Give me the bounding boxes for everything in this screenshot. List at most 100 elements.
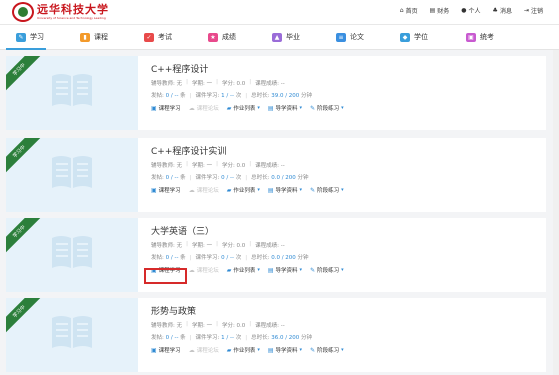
course-thumbnail[interactable]: 学习中 [6, 138, 138, 212]
edit-icon: ✎ [310, 104, 316, 112]
topnav-logout[interactable]: ⇥ 注销 [524, 6, 543, 15]
course-thumbnail[interactable]: 学习中 [6, 56, 138, 130]
course-forum-button[interactable]: ☁ 课程论坛 [188, 346, 219, 355]
course-study-button[interactable]: ▣ 课程学习 [151, 186, 181, 195]
study-suffix: 次 [233, 93, 242, 99]
nav-tab-exam-label: 考试 [158, 33, 172, 41]
topnav-messages-label: 消息 [499, 8, 512, 15]
topnav-messages[interactable]: ♣ 消息 [493, 6, 512, 15]
course-study-button[interactable]: ▣ 课程学习 [151, 104, 181, 113]
chevron-down-icon: ▾ [341, 105, 344, 111]
course-card: 学习中 大学英语（三） 辅导教师: 无 | 学期: 一 | 学分: 0.0 | 课程成绩: … [6, 218, 546, 292]
homework-list-label: 作业列表 [233, 268, 256, 274]
study-prefix: 课件学习: [195, 175, 222, 181]
book-icon [52, 316, 92, 348]
homework-list-dropdown[interactable]: ▰ 作业列表 ▾ [227, 266, 260, 275]
course-actions: ▣ 课程学习 ☁ 课程论坛 ▰ 作业列表 ▾ ▤ 导学资料 ▾ ✎ 阶段练习 ▾ [151, 186, 344, 195]
course-forum-label: 课程论坛 [196, 188, 219, 194]
homework-list-dropdown[interactable]: ▰ 作业列表 ▾ [226, 346, 260, 355]
study-materials-dropdown[interactable]: ▤ 导学资料 ▾ [268, 346, 302, 355]
nav-tab-thesis[interactable]: ≡ 论文 [336, 32, 364, 42]
duration-value: 36.0 / 200 [271, 335, 300, 341]
stage-practice-dropdown[interactable]: ✎ 阶段练习 ▾ [310, 104, 344, 113]
duration-prefix: 总时长: [251, 93, 272, 99]
posts-suffix: 条 [178, 255, 186, 261]
study-materials-dropdown[interactable]: ▤ 导学资料 ▾ [268, 104, 303, 113]
term-label: 学期: 一 [191, 323, 213, 329]
study-suffix: 次 [233, 175, 242, 181]
chevron-down-icon: ▾ [257, 105, 260, 111]
course-thumbnail[interactable]: 学习中 [6, 218, 138, 292]
course-thumbnail[interactable]: 学习中 [6, 298, 138, 372]
nav-tab-exam[interactable]: ✓ 考试 [144, 32, 172, 42]
chevron-down-icon: ▾ [341, 347, 344, 353]
credit-label: 学分: 0.0 [221, 323, 246, 329]
university-logo[interactable]: 远华科技大学 University of Science and Technol… [12, 2, 109, 22]
course-forum-button[interactable]: ☁ 课程论坛 [189, 104, 219, 113]
nav-tab-unified-exam[interactable]: ▣ 统考 [466, 32, 494, 42]
course-actions: ▣ 课程学习 ☁ 课程论坛 ▰ 作业列表 ▾ ▤ 导学资料 ▾ ✎ 阶段练习 ▾ [151, 346, 344, 355]
stage-practice-dropdown[interactable]: ✎ 阶段练习 ▾ [310, 266, 344, 275]
study-materials-dropdown[interactable]: ▤ 导学资料 ▾ [268, 186, 302, 195]
topnav-profile[interactable]: ● 个人 [461, 6, 480, 15]
stage-practice-label: 阶段练习 [317, 268, 340, 274]
edit-icon: ✎ [310, 186, 316, 194]
homework-list-label: 作业列表 [233, 348, 256, 354]
credit-label: 学分: 0.0 [221, 81, 246, 87]
course-title[interactable]: 形势与政策 [151, 304, 196, 317]
posts-prefix: 发帖: [151, 175, 166, 181]
play-icon: ▣ [151, 104, 157, 112]
study-prefix: 课件学习: [195, 93, 222, 99]
nav-tab-study[interactable]: ✎ 学习 [16, 32, 44, 42]
course-study-label: 课程学习 [158, 348, 181, 354]
logo-subtitle: University of Science and Technology Lea… [37, 16, 106, 20]
chevron-down-icon: ▾ [299, 105, 303, 111]
stage-practice-dropdown[interactable]: ✎ 阶段练习 ▾ [310, 346, 344, 355]
logo-title: 远华科技大学 [37, 3, 109, 16]
topnav-finance[interactable]: ▤ 财务 [430, 6, 450, 15]
chevron-down-icon: ▾ [341, 187, 344, 193]
posts-suffix: 条 [178, 93, 186, 99]
homework-list-label: 作业列表 [233, 106, 256, 112]
tutor-label: 辅导教师: 无 [151, 243, 183, 249]
nav-tab-course[interactable]: ▮ 课程 [80, 32, 108, 42]
nav-tab-grade[interactable]: ★ 成绩 [208, 32, 236, 42]
course-title[interactable]: C++程序设计 [151, 62, 208, 75]
homework-list-dropdown[interactable]: ▰ 作业列表 ▾ [226, 104, 260, 113]
course-forum-button[interactable]: ☁ 课程论坛 [189, 266, 219, 275]
edit-icon: ✎ [310, 266, 316, 274]
course-forum-button[interactable]: ☁ 课程论坛 [189, 186, 219, 195]
nav-tab-degree[interactable]: ◆ 学位 [400, 32, 428, 42]
status-ribbon: 学习中 [6, 298, 44, 336]
study-value: 1 / -- [221, 93, 234, 99]
stage-practice-dropdown[interactable]: ✎ 阶段练习 ▾ [310, 186, 344, 195]
topnav-home[interactable]: ⌂ 首页 [400, 6, 418, 15]
user-icon: ● [461, 7, 467, 14]
homework-list-dropdown[interactable]: ▰ 作业列表 ▾ [227, 186, 260, 195]
page-scrollbar[interactable] [553, 50, 559, 375]
chevron-down-icon: ▾ [257, 187, 260, 193]
nav-tab-graduation-label: 毕业 [286, 33, 300, 41]
study-icon: ✎ [16, 32, 26, 42]
tutor-label: 辅导教师: 无 [151, 323, 183, 329]
topnav-profile-label: 个人 [468, 8, 481, 15]
duration-suffix: 分钟 [295, 175, 309, 181]
chat-icon: ☁ [188, 346, 195, 354]
course-stats: 发帖: 0 / -- 条 | 课件学习: 1 / -- 次 | 总时长: 39.0 / … [151, 93, 313, 99]
duration-suffix: 分钟 [295, 255, 309, 261]
duration-value: 0.0 / 200 [271, 175, 296, 181]
edit-icon: ✎ [310, 346, 316, 354]
nav-tab-graduation[interactable]: ▲ 毕业 [272, 32, 300, 42]
course-title[interactable]: 大学英语（三） [151, 224, 214, 237]
study-materials-dropdown[interactable]: ▤ 导学资料 ▾ [268, 266, 303, 275]
chevron-down-icon: ▾ [299, 267, 303, 273]
course-stats: 发帖: 0 / -- 条 | 课件学习: 0 / -- 次 | 总时长: 0.0 / 2… [151, 255, 309, 261]
study-materials-label: 导学资料 [275, 106, 298, 112]
course-study-button[interactable]: ▣ 课程学习 [151, 346, 181, 355]
status-ribbon: 学习中 [6, 138, 44, 176]
course-title[interactable]: C++程序设计实训 [151, 144, 226, 157]
thesis-icon: ≡ [336, 32, 346, 42]
chevron-down-icon: ▾ [341, 267, 344, 273]
folder-icon: ▰ [226, 346, 232, 354]
folder-icon: ▰ [226, 104, 232, 112]
